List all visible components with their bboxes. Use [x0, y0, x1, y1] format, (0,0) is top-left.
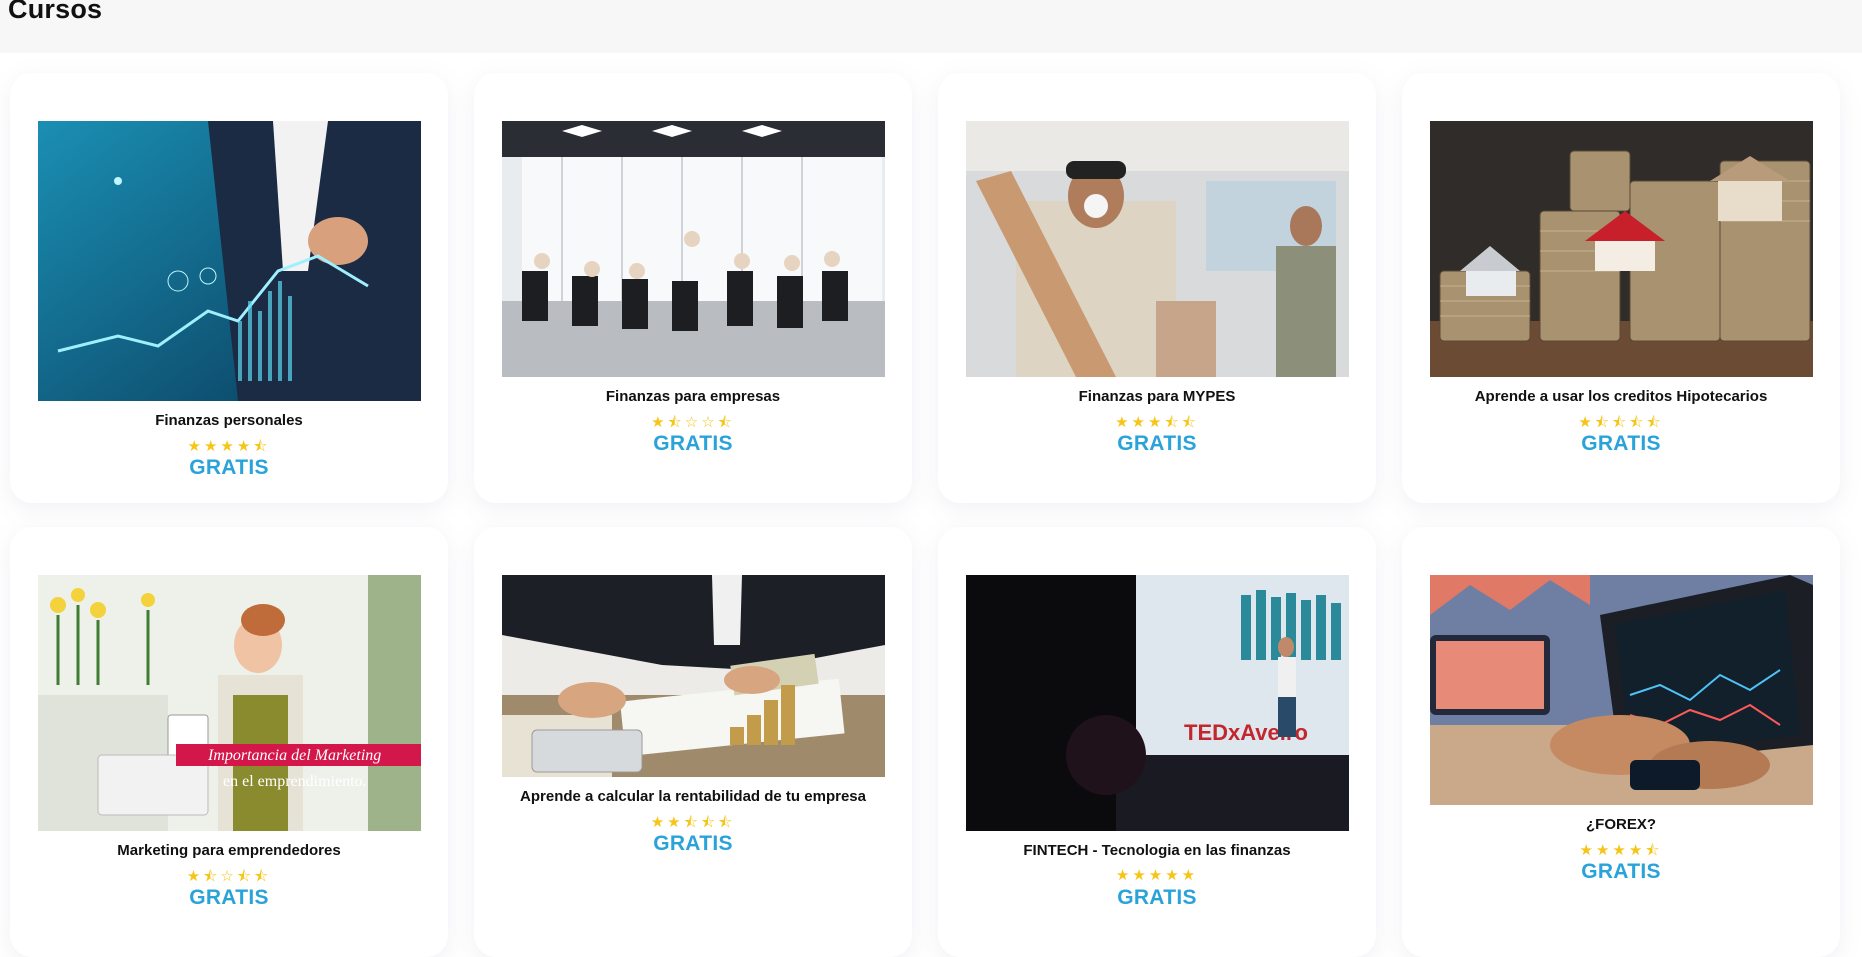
- course-card[interactable]: Finanzas para empresas ★⯪☆☆⯪ GRATIS: [474, 73, 912, 503]
- course-card[interactable]: Aprende a usar los creditos Hipotecarios…: [1402, 73, 1840, 503]
- course-image[interactable]: [38, 121, 421, 401]
- course-title[interactable]: Finanzas personales: [10, 412, 448, 429]
- course-grid: Finanzas personales ★★★★⯪ GRATIS Finanza…: [0, 53, 1862, 957]
- course-title[interactable]: Finanzas para empresas: [474, 388, 912, 405]
- price-label: GRATIS: [1581, 432, 1661, 455]
- page-header: Cursos: [0, 0, 1862, 53]
- course-image[interactable]: [966, 121, 1349, 377]
- price-label: GRATIS: [1117, 432, 1197, 455]
- price-label: GRATIS: [1117, 886, 1197, 909]
- page-title: Cursos: [8, 0, 103, 24]
- price-label: GRATIS: [189, 456, 269, 479]
- rating-stars: ★★★★★: [1115, 867, 1199, 884]
- course-title[interactable]: ¿FOREX?: [1402, 816, 1840, 833]
- course-image[interactable]: TEDxAveiro: [966, 575, 1349, 831]
- price-label: GRATIS: [653, 432, 733, 455]
- course-image[interactable]: Importancia del Marketing en el emprendi…: [38, 575, 421, 831]
- course-title[interactable]: Finanzas para MYPES: [938, 388, 1376, 405]
- image-text-headline: Importancia del Marketing: [207, 747, 381, 764]
- course-card[interactable]: Aprende a calcular la rentabilidad de tu…: [474, 527, 912, 957]
- course-title[interactable]: Aprende a calcular la rentabilidad de tu…: [474, 788, 912, 805]
- price-label: GRATIS: [1581, 860, 1661, 883]
- image-text-subline: en el emprendimiento.: [223, 773, 367, 790]
- course-image[interactable]: [1430, 575, 1813, 805]
- course-title[interactable]: FINTECH - Tecnologia en las finanzas: [938, 842, 1376, 859]
- price-label: GRATIS: [653, 832, 733, 855]
- course-image[interactable]: [502, 575, 885, 777]
- course-title[interactable]: Marketing para emprendedores: [10, 842, 448, 859]
- course-card[interactable]: Finanzas personales ★★★★⯪ GRATIS: [10, 73, 448, 503]
- price-label: GRATIS: [189, 886, 269, 909]
- course-image[interactable]: [502, 121, 885, 377]
- course-title[interactable]: Aprende a usar los creditos Hipotecarios: [1402, 388, 1840, 405]
- course-card[interactable]: ¿FOREX? ★★★★⯪ GRATIS: [1402, 527, 1840, 957]
- course-card[interactable]: Finanzas para MYPES ★★★⯪⯪ GRATIS: [938, 73, 1376, 503]
- course-card[interactable]: Importancia del Marketing en el emprendi…: [10, 527, 448, 957]
- course-image[interactable]: [1430, 121, 1813, 377]
- course-card[interactable]: TEDxAveiro FINTECH - Tecnologia en las f…: [938, 527, 1376, 957]
